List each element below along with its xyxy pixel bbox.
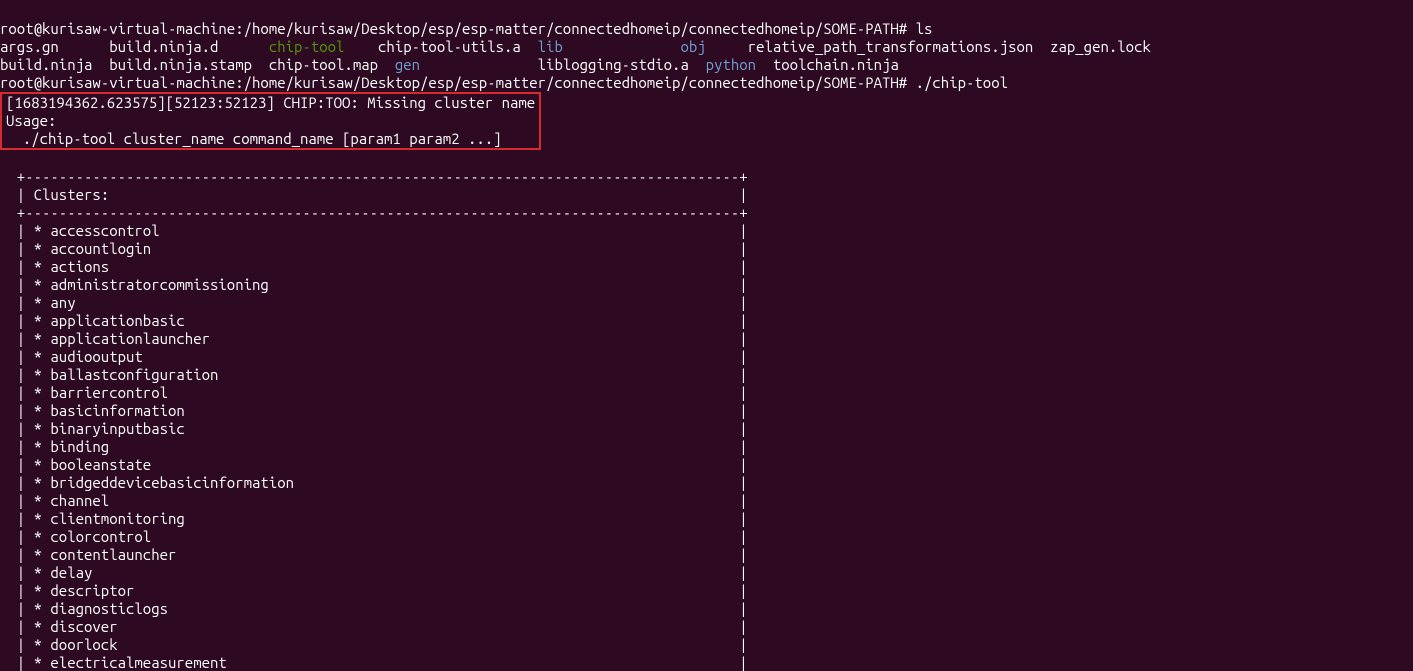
cluster-row: | * booleanstate | — [0, 456, 748, 473]
cluster-row: | * clientmonitoring | — [0, 510, 748, 527]
table-border-top: +---------------------------------------… — [0, 168, 748, 185]
ls-output-row-1: args.gn build.ninja.d chip-tool chip-too… — [0, 38, 1151, 55]
table-header-clusters: | Clusters: | — [0, 186, 748, 203]
file-chip-tool-utils: chip-tool-utils.a — [378, 38, 538, 55]
prompt-line-2: root@kurisaw-virtual-machine:/home/kuris… — [0, 74, 1008, 91]
dir-obj: obj — [680, 38, 705, 55]
log-missing-cluster-name: [1683194362.623575][52123:52123] CHIP:TO… — [2, 94, 539, 112]
cluster-row: | * applicationlauncher | — [0, 330, 748, 347]
spacer — [706, 38, 748, 55]
cluster-row: | * barriercontrol | — [0, 384, 748, 401]
cluster-row: | * basicinformation | — [0, 402, 748, 419]
file-build-ninja-stamp: build.ninja.stamp — [109, 56, 269, 73]
file-args-gn: args.gn — [0, 38, 109, 55]
cluster-row: | * any | — [0, 294, 748, 311]
cluster-row: | * descriptor | — [0, 582, 748, 599]
file-relative-path-json: relative_path_transformations.json — [748, 38, 1050, 55]
dir-python: python — [706, 56, 756, 73]
cluster-row: | * binding | — [0, 438, 748, 455]
dir-lib: lib — [538, 38, 563, 55]
cluster-list: | * accesscontrol | | * accountlogin | |… — [0, 222, 748, 671]
cluster-row: | * contentlauncher | — [0, 546, 748, 563]
prompt-line-1: root@kurisaw-virtual-machine:/home/kuris… — [0, 20, 932, 37]
ls-output-row-2: build.ninja build.ninja.stamp chip-tool.… — [0, 56, 899, 73]
dir-gen: gen — [395, 56, 420, 73]
usage-header: Usage: — [2, 112, 539, 130]
spacer — [344, 38, 378, 55]
cluster-row: | * channel | — [0, 492, 748, 509]
spacer — [563, 38, 681, 55]
cluster-row: | * electricalmeasurement | — [0, 654, 748, 671]
cluster-row: | * delay | — [0, 564, 748, 581]
file-zap-gen-lock: zap_gen.lock — [1050, 38, 1151, 55]
cluster-row: | * diagnosticlogs | — [0, 600, 748, 617]
cluster-row: | * administratorcommissioning | — [0, 276, 748, 293]
cluster-row: | * discover | — [0, 618, 748, 635]
cluster-row: | * accesscontrol | — [0, 222, 748, 239]
cluster-row: | * applicationbasic | — [0, 312, 748, 329]
usage-syntax: ./chip-tool cluster_name command_name [p… — [2, 130, 539, 148]
file-liblogging: liblogging-stdio.a — [538, 56, 706, 73]
file-toolchain-ninja: toolchain.ninja — [773, 56, 899, 73]
cluster-row: | * colorcontrol | — [0, 528, 748, 545]
file-build-ninja-d: build.ninja.d — [109, 38, 269, 55]
cluster-row: | * actions | — [0, 258, 748, 275]
highlight-annotation-box: [1683194362.623575][52123:52123] CHIP:TO… — [0, 92, 541, 150]
spacer — [756, 56, 773, 73]
cluster-row: | * binaryinputbasic | — [0, 420, 748, 437]
file-chip-tool-map: chip-tool.map — [269, 56, 395, 73]
spacer — [420, 56, 538, 73]
table-border-mid: +---------------------------------------… — [0, 204, 748, 221]
cluster-row: | * bridgeddevicebasicinformation | — [0, 474, 748, 491]
file-build-ninja: build.ninja — [0, 56, 109, 73]
cluster-row: | * accountlogin | — [0, 240, 748, 257]
terminal-output[interactable]: root@kurisaw-virtual-machine:/home/kuris… — [0, 0, 1413, 671]
exe-chip-tool: chip-tool — [269, 38, 345, 55]
cluster-row: | * ballastconfiguration | — [0, 366, 748, 383]
cluster-row: | * audiooutput | — [0, 348, 748, 365]
cluster-row: | * doorlock | — [0, 636, 748, 653]
